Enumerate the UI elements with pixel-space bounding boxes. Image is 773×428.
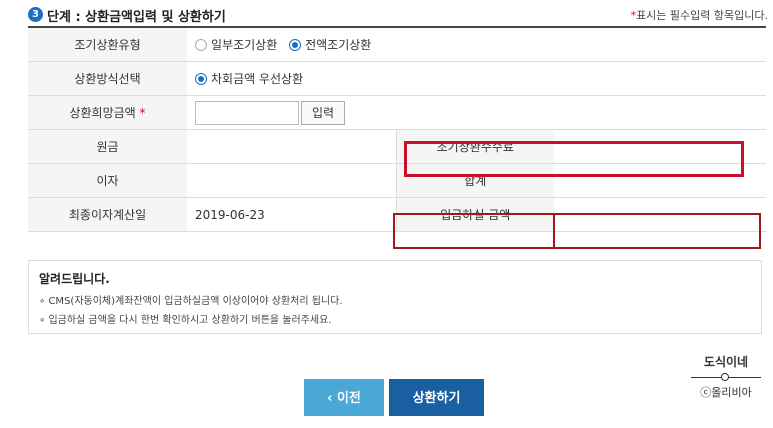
notice-item-text: 입금하실 금액을 다시 한번 확인하시고 상환하기 버튼을 눌러주세요. xyxy=(48,315,332,326)
notice-box: 알려드립니다. ∘ CMS(자동이체)계좌잔액이 입금하실금액 이상이어야 상환… xyxy=(28,260,762,334)
principal-label: 원금 xyxy=(28,129,187,164)
notice-item: ∘ CMS(자동이체)계좌잔액이 입금하실금액 이상이어야 상환처리 됩니다. xyxy=(39,296,343,307)
repay-button[interactable]: 상환하기 xyxy=(389,379,484,416)
full-repayment-radio[interactable] xyxy=(289,38,302,51)
table-row: 조기상환유형 일부조기상환 전액조기상환 xyxy=(28,28,766,62)
early-repayment-fee-value xyxy=(554,129,766,164)
section-header: 3 단계 : 상환금액입력 및 상환하기 *표시는 필수입력 항목입니다. xyxy=(28,5,768,25)
step-number-badge: 3 xyxy=(28,7,43,22)
desired-amount-required-star: * xyxy=(139,106,146,120)
watermark-line xyxy=(691,372,761,382)
principal-value xyxy=(187,129,396,164)
table-row: 상환방식선택 차회금액 우선상환 xyxy=(28,61,766,96)
interest-value xyxy=(187,163,396,198)
watermark-credit: ⓒ올리비아 xyxy=(700,386,752,399)
desired-amount-input[interactable] xyxy=(195,100,299,125)
watermark-title: 도식이네 xyxy=(703,355,749,369)
repayment-method-label: 상환방식선택 xyxy=(28,61,187,96)
notice-title: 알려드립니다. xyxy=(39,272,110,286)
table-row: 최종이자계산일 2019-06-23 입금하실 금액 xyxy=(28,197,766,232)
last-interest-date-value: 2019-06-23 xyxy=(187,197,396,232)
prev-button[interactable]: ‹ 이전 xyxy=(304,379,384,416)
partial-repayment-label[interactable]: 일부조기상환 xyxy=(211,36,277,53)
deposit-amount-value xyxy=(554,197,766,232)
desired-amount-label: 상환희망금액 * xyxy=(28,95,187,130)
last-interest-date-label: 최종이자계산일 xyxy=(28,197,187,232)
next-amount-first-radio[interactable] xyxy=(195,72,207,85)
interest-label: 이자 xyxy=(28,163,187,198)
notice-item-text: CMS(자동이체)계좌잔액이 입금하실금액 이상이어야 상환처리 됩니다. xyxy=(48,296,343,307)
desired-amount-cell: 입력 xyxy=(187,95,766,130)
notice-item: ∘ 입금하실 금액을 다시 한번 확인하시고 상환하기 버튼을 눌러주세요. xyxy=(39,315,332,326)
next-amount-first-label[interactable]: 차회금액 우선상환 xyxy=(211,70,303,87)
total-value xyxy=(554,163,766,198)
full-repayment-label[interactable]: 전액조기상환 xyxy=(305,36,371,53)
required-note-text: 표시는 필수입력 항목입니다. xyxy=(636,9,768,22)
watermark-dot-icon xyxy=(721,373,729,381)
repayment-type-options: 일부조기상환 전액조기상환 xyxy=(187,28,766,62)
partial-repayment-radio[interactable] xyxy=(195,38,207,51)
deposit-amount-label: 입금하실 금액 xyxy=(395,197,554,232)
required-note: *표시는 필수입력 항목입니다. xyxy=(631,7,768,23)
repayment-form-table: 조기상환유형 일부조기상환 전액조기상환 상환방식선택 차회금액 우선상환 상환… xyxy=(28,28,766,232)
table-row: 원금 조기상환수수료 xyxy=(28,129,766,164)
section-title: 단계 : 상환금액입력 및 상환하기 xyxy=(47,10,226,25)
desired-amount-label-text: 상환희망금액 xyxy=(69,106,136,120)
amount-input-button[interactable]: 입력 xyxy=(301,100,346,125)
watermark: 도식이네 ⓒ올리비아 xyxy=(691,353,761,400)
total-label: 합계 xyxy=(395,163,554,198)
table-row: 이자 합계 xyxy=(28,163,766,198)
repayment-method-options: 차회금액 우선상환 xyxy=(187,61,766,96)
early-repayment-fee-label: 조기상환수수료 xyxy=(395,129,554,164)
table-row: 상환희망금액 * 입력 xyxy=(28,95,766,130)
repayment-type-label: 조기상환유형 xyxy=(28,28,187,62)
